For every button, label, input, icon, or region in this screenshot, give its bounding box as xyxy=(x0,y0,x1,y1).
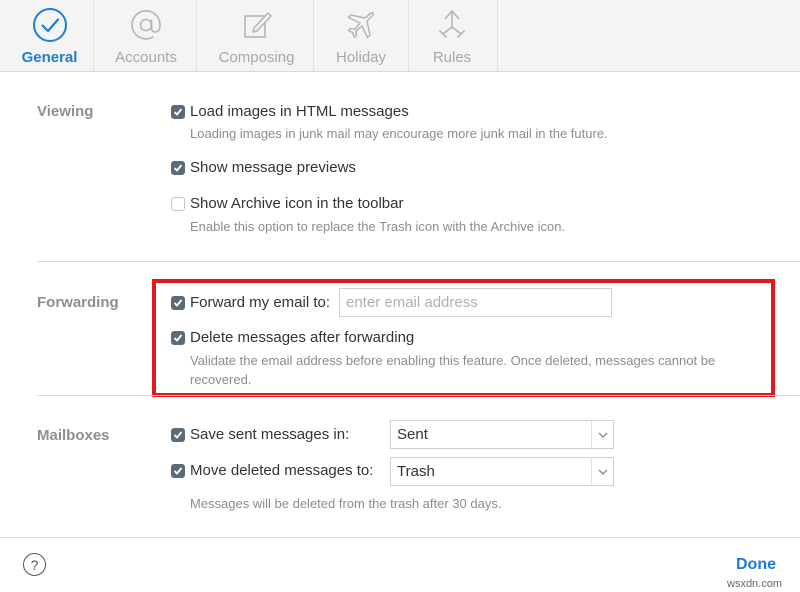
save-sent-select-value: Sent xyxy=(397,426,428,443)
show-archive-option[interactable]: Show Archive icon in the toolbar xyxy=(171,195,403,212)
show-archive-label: Show Archive icon in the toolbar xyxy=(190,195,404,212)
tab-divider xyxy=(497,0,498,71)
section-title-mailboxes: Mailboxes xyxy=(37,427,110,444)
tab-label: Accounts xyxy=(115,49,177,66)
show-archive-checkbox[interactable] xyxy=(171,196,185,211)
tab-accounts[interactable]: Accounts xyxy=(101,0,191,71)
section-divider xyxy=(37,395,800,396)
done-button[interactable]: Done xyxy=(736,556,776,574)
mailboxes-help: Messages will be deleted from the trash … xyxy=(190,496,502,511)
load-images-checkbox[interactable] xyxy=(171,104,185,119)
tab-divider xyxy=(93,0,94,71)
at-sign-icon xyxy=(129,6,163,44)
move-deleted-select[interactable]: Trash xyxy=(390,457,614,486)
checkmark-circle-icon xyxy=(32,6,68,44)
tab-label: Rules xyxy=(432,49,472,66)
tab-holiday[interactable]: Holiday xyxy=(322,0,400,71)
move-deleted-select-value: Trash xyxy=(397,463,435,480)
checkmark-icon xyxy=(173,107,183,116)
airplane-icon xyxy=(344,6,378,44)
preferences-toolbar: General Accounts Composing Holiday Rules xyxy=(0,0,800,72)
question-mark-icon: ? xyxy=(30,556,39,573)
tab-rules[interactable]: Rules xyxy=(416,0,488,71)
show-archive-help: Enable this option to replace the Trash … xyxy=(190,219,566,234)
save-sent-option[interactable]: Save sent messages in: xyxy=(171,426,349,443)
highlight-annotation-box xyxy=(152,279,775,397)
tab-composing[interactable]: Composing xyxy=(205,0,308,71)
chevron-down-icon xyxy=(591,421,613,448)
tab-divider xyxy=(408,0,409,71)
save-sent-label: Save sent messages in: xyxy=(190,426,350,443)
load-images-option[interactable]: Load images in HTML messages xyxy=(171,103,409,120)
show-previews-option[interactable]: Show message previews xyxy=(171,159,356,176)
load-images-label: Load images in HTML messages xyxy=(190,103,409,120)
save-sent-checkbox[interactable] xyxy=(171,427,185,442)
chevron-down-icon xyxy=(591,458,613,485)
move-deleted-option[interactable]: Move deleted messages to: xyxy=(171,462,373,479)
tab-label: Holiday xyxy=(335,49,387,66)
watermark: wsxdn.com xyxy=(727,578,783,590)
footer-divider xyxy=(0,537,800,538)
checkmark-icon xyxy=(173,466,183,475)
tab-label: General xyxy=(21,49,78,66)
arrows-icon xyxy=(435,6,469,44)
compose-icon xyxy=(240,6,274,44)
tab-general[interactable]: General xyxy=(8,0,91,71)
tab-divider xyxy=(313,0,314,71)
tab-divider xyxy=(196,0,197,71)
checkmark-icon xyxy=(173,163,183,172)
show-previews-label: Show message previews xyxy=(190,159,356,176)
load-images-help: Loading images in junk mail may encourag… xyxy=(190,126,608,141)
save-sent-select[interactable]: Sent xyxy=(390,420,614,449)
move-deleted-checkbox[interactable] xyxy=(171,463,185,478)
section-divider xyxy=(37,261,800,262)
help-button[interactable]: ? xyxy=(23,553,46,576)
checkmark-icon xyxy=(173,430,183,439)
section-title-forwarding: Forwarding xyxy=(37,294,119,311)
section-title-viewing: Viewing xyxy=(37,103,94,120)
move-deleted-label: Move deleted messages to: xyxy=(190,462,374,479)
show-previews-checkbox[interactable] xyxy=(171,160,185,175)
tab-label: Composing xyxy=(218,49,295,66)
